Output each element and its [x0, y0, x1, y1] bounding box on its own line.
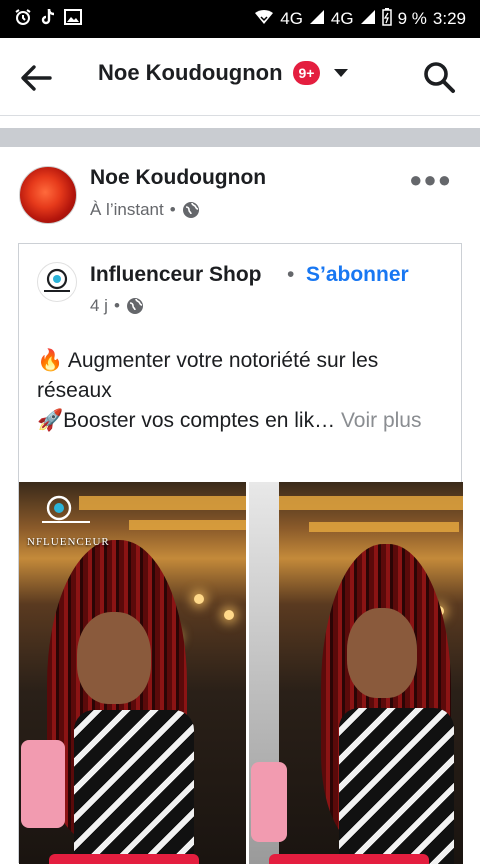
signal-icon: [360, 9, 376, 29]
shared-post[interactable]: Influenceur Shop • S’abonner 4 j • 🔥 Aug…: [18, 243, 463, 864]
subscribe-button[interactable]: S’abonner: [306, 263, 409, 287]
face: [77, 612, 151, 704]
meta-separator: •: [169, 200, 176, 219]
ceiling-light: [194, 594, 204, 604]
phone: [21, 740, 65, 828]
media-image-left[interactable]: NFLUENCEUR: [19, 482, 246, 864]
ceiling-beam: [309, 522, 459, 532]
post-text: 🔥 Augmenter votre notoriété sur les rése…: [37, 346, 447, 436]
battery-level: 9 %: [397, 9, 427, 28]
face: [347, 608, 417, 698]
cta-bar[interactable]: [269, 854, 429, 864]
page-logo[interactable]: [37, 262, 77, 302]
clock: 3:29: [432, 9, 466, 28]
search-button[interactable]: [422, 60, 456, 94]
shared-meta: 4 j •: [90, 296, 144, 316]
post-text-line-2: 🚀Booster vos comptes en lik… Voir plus: [37, 406, 447, 436]
post-meta: À l’instant •: [90, 200, 200, 220]
ceiling-beam: [129, 520, 246, 530]
search-icon: [424, 62, 455, 93]
globe-icon: [126, 298, 143, 314]
arrow-left-icon: [21, 65, 52, 91]
globe-icon: [182, 202, 199, 218]
section-divider: [0, 128, 480, 147]
status-left-icons: [14, 8, 82, 30]
signal-icon: [309, 9, 325, 29]
watermark-text: NFLUENCEUR: [27, 536, 110, 548]
shirt: [339, 708, 454, 864]
page-title: Noe Koudougnon: [98, 60, 283, 85]
post-header: Noe Koudougnon À l’instant • ●●●: [0, 147, 480, 243]
wifi-icon: [254, 9, 274, 29]
ceiling-beam: [79, 496, 246, 510]
app-bar: Noe Koudougnon 9+: [0, 38, 480, 116]
see-more-link[interactable]: Voir plus: [341, 409, 422, 432]
network-type-2: 4G: [330, 9, 354, 28]
status-bar: 4G 4G 9 % 3:29: [0, 0, 480, 38]
post-text-line-2-content: 🚀Booster vos comptes en lik…: [37, 409, 336, 432]
battery-icon: [381, 8, 392, 30]
profile-switcher[interactable]: Noe Koudougnon 9+: [98, 60, 349, 86]
avatar[interactable]: [19, 166, 77, 224]
meta-separator: •: [113, 296, 120, 315]
chevron-down-icon: [334, 69, 349, 77]
influenceur-watermark-icon: [42, 495, 90, 523]
post-author[interactable]: Noe Koudougnon: [90, 166, 266, 190]
more-options-button[interactable]: ●●●: [409, 169, 452, 191]
more-icon: ●●●: [409, 167, 452, 192]
ceiling-beam: [279, 496, 463, 510]
phone: [251, 762, 287, 842]
name-separator: •: [287, 263, 295, 286]
post-text-line-1: 🔥 Augmenter votre notoriété sur les rése…: [37, 349, 379, 402]
post-media[interactable]: NFLUENCEUR: [19, 482, 463, 864]
shirt: [74, 710, 194, 864]
cta-bar[interactable]: [49, 854, 199, 864]
alarm-icon: [14, 8, 32, 30]
back-button[interactable]: [18, 60, 54, 96]
shared-page-name[interactable]: Influenceur Shop: [90, 263, 262, 287]
image-icon: [64, 9, 82, 29]
influenceur-logo-icon: [44, 268, 70, 292]
media-image-right[interactable]: [246, 482, 463, 864]
ceiling-light: [224, 610, 234, 620]
shared-time[interactable]: 4 j: [90, 296, 108, 316]
notification-badge: 9+: [292, 61, 321, 85]
network-type-1: 4G: [280, 9, 303, 28]
status-right-icons: 4G 4G 9 % 3:29: [254, 8, 466, 30]
tiktok-icon: [40, 8, 56, 30]
post-time[interactable]: À l’instant: [90, 200, 164, 220]
